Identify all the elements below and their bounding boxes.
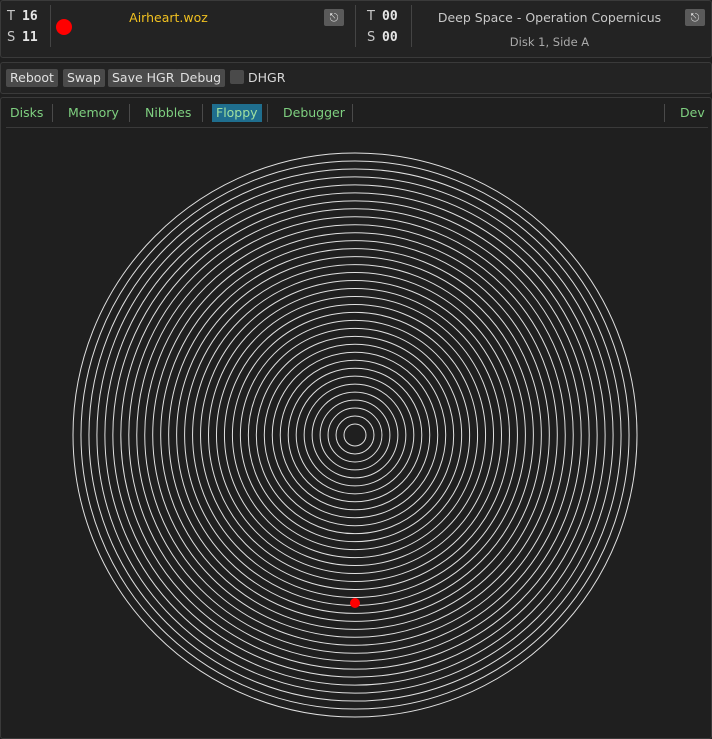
drive-1-panel: T 16 S 11 Airheart.woz ⎋ <box>1 1 356 59</box>
drive-status-bar: T 16 S 11 Airheart.woz ⎋ T 00 S 00 Deep … <box>0 0 712 58</box>
track-ring <box>72 152 638 718</box>
tab-separator <box>52 104 53 122</box>
eject-icon: ⎋ <box>690 10 700 24</box>
controls-bar: Reboot Swap Save HGR Debug DHGR <box>0 62 712 94</box>
track-ring <box>144 224 566 646</box>
drive-activity-led <box>56 19 72 35</box>
drive-1-track-sector: T 16 S 11 <box>7 7 47 49</box>
track-ring <box>335 415 375 455</box>
save-hgr-button[interactable]: Save HGR <box>108 69 179 87</box>
track-ring <box>136 216 574 654</box>
track-ring <box>160 240 550 630</box>
track-ring <box>104 184 606 686</box>
tab-dev[interactable]: Dev <box>676 104 709 122</box>
tab-separator <box>267 104 268 122</box>
track-ring <box>80 160 630 710</box>
read-head-marker <box>350 598 360 608</box>
tab-separator <box>129 104 130 122</box>
dhgr-label: DHGR <box>248 70 286 85</box>
eject-button[interactable]: ⎋ <box>685 9 705 26</box>
track-ring <box>96 176 614 694</box>
sector-label: S <box>367 30 376 45</box>
tab-debugger[interactable]: Debugger <box>279 104 349 122</box>
tab-underline <box>6 127 708 128</box>
tab-disks[interactable]: Disks <box>6 104 47 122</box>
debug-button[interactable]: Debug <box>176 69 226 87</box>
reboot-button[interactable]: Reboot <box>6 69 58 87</box>
swap-button[interactable]: Swap <box>63 69 105 87</box>
track-ring <box>319 399 391 471</box>
floppy-disk-graphic <box>72 152 638 718</box>
eject-button[interactable]: ⎋ <box>324 9 344 26</box>
track-label: T <box>367 9 375 24</box>
track-ring <box>231 311 479 559</box>
track-ring <box>287 367 423 503</box>
tab-memory[interactable]: Memory <box>64 104 123 122</box>
floppy-track-view <box>1 130 711 738</box>
disk-name: Deep Space - Operation Copernicus <box>437 10 662 25</box>
divider <box>355 5 356 47</box>
track-ring <box>263 343 447 527</box>
tab-separator <box>664 104 665 122</box>
tab-nibbles[interactable]: Nibbles <box>141 104 195 122</box>
track-ring <box>192 272 518 598</box>
sector-value: 00 <box>382 30 398 45</box>
tab-bar: Disks Memory Nibbles Floppy Debugger Dev <box>1 98 711 128</box>
eject-icon: ⎋ <box>329 10 339 24</box>
track-value: 16 <box>22 9 38 24</box>
tab-separator <box>202 104 203 122</box>
track-value: 00 <box>382 9 398 24</box>
disk-name: Airheart.woz <box>129 10 208 25</box>
track-ring <box>128 208 582 662</box>
track-ring <box>303 383 407 487</box>
track-ring <box>279 359 431 511</box>
dhgr-checkbox[interactable] <box>230 70 244 84</box>
divider <box>411 5 412 47</box>
track-ring <box>176 256 534 614</box>
track-ring <box>184 264 526 606</box>
tab-floppy[interactable]: Floppy <box>212 104 262 122</box>
divider <box>50 5 51 47</box>
main-panel: Disks Memory Nibbles Floppy Debugger Dev <box>0 97 712 739</box>
drive-2-panel: T 00 S 00 Deep Space - Operation Coperni… <box>357 1 712 59</box>
track-ring <box>239 319 471 551</box>
track-ring <box>271 351 439 519</box>
disk-side: Disk 1, Side A <box>509 35 590 49</box>
track-label: T <box>7 9 15 24</box>
track-ring <box>152 232 558 638</box>
track-ring <box>255 335 455 535</box>
drive-2-track-sector: T 00 S 00 <box>367 7 407 49</box>
sector-value: 11 <box>22 30 38 45</box>
track-ring <box>215 295 495 575</box>
tab-separator <box>352 104 353 122</box>
track-ring <box>223 303 487 567</box>
track-ring <box>295 375 415 495</box>
track-ring <box>200 280 510 590</box>
track-ring <box>343 423 367 447</box>
track-ring <box>311 391 399 479</box>
track-ring <box>208 288 502 582</box>
sector-label: S <box>7 30 16 45</box>
